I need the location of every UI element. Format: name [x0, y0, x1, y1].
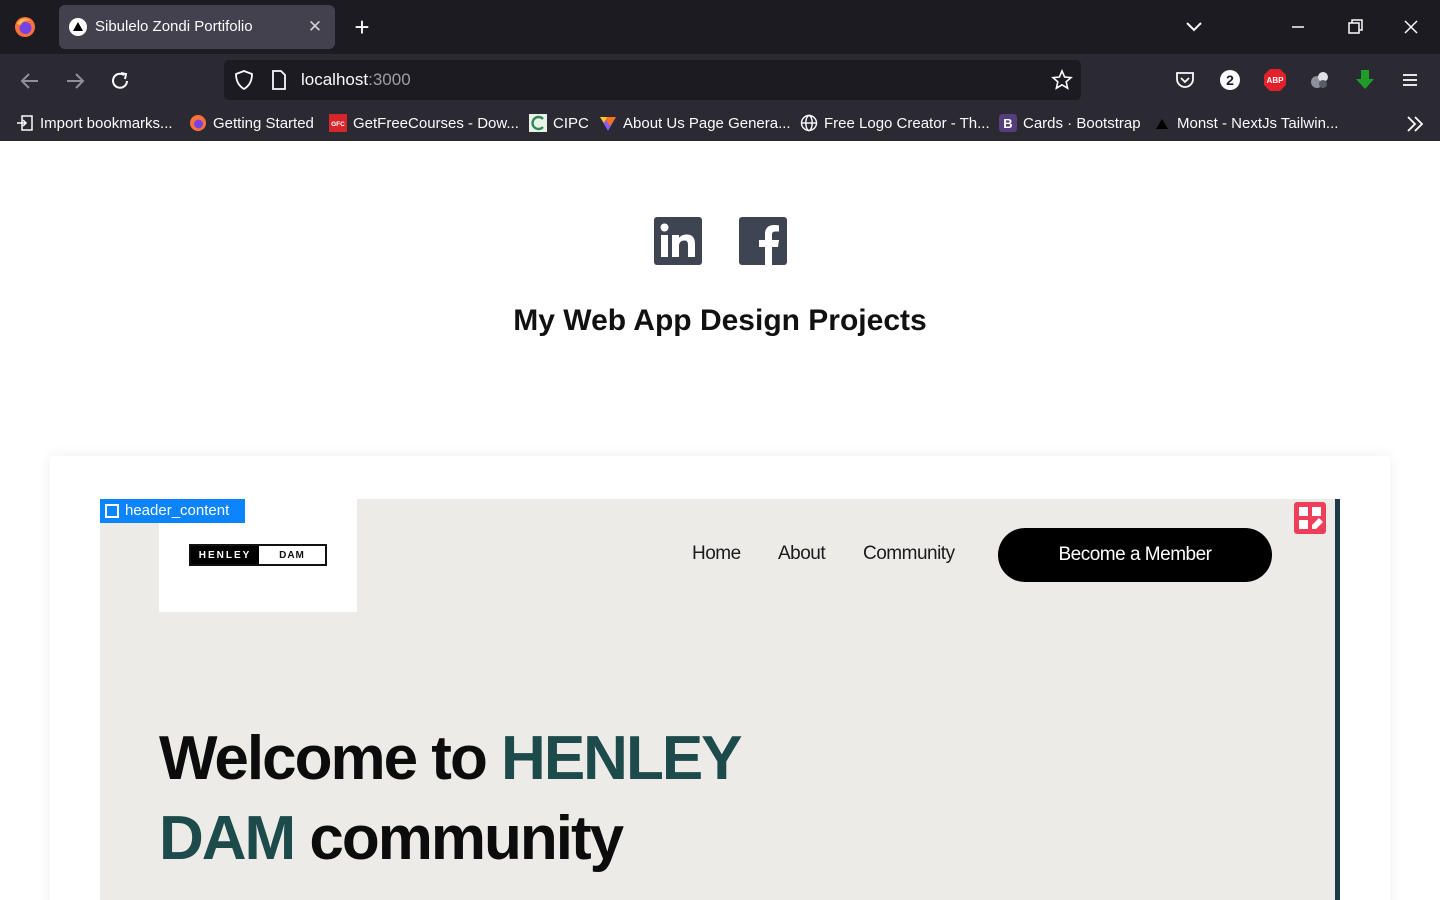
- bookmark-label: Cards · Bootstrap: [1023, 114, 1141, 132]
- bookmark-star-icon[interactable]: [1051, 69, 1073, 91]
- become-member-button[interactable]: Become a Member: [998, 528, 1272, 582]
- bookmark-cipc[interactable]: CIPC: [529, 112, 589, 134]
- hero-accent-2: DAM: [159, 804, 296, 873]
- page-content: My Web App Design Projects HENLEY DAM Ho…: [0, 141, 1440, 900]
- bookmark-label: GetFreeCourses - Dow...: [353, 114, 519, 132]
- bookmark-monst[interactable]: Monst - NextJs Tailwin...: [1153, 112, 1338, 134]
- hero-text-2: community: [294, 804, 624, 873]
- extension-counter-icon[interactable]: 2: [1218, 68, 1242, 92]
- logo-left-text: HENLEY: [191, 546, 259, 564]
- tab-title: Sibulelo Zondi Portifolio: [95, 18, 253, 35]
- url-port: :3000: [368, 70, 411, 89]
- hero-heading: Welcome to HENLEY DAM community: [159, 719, 743, 879]
- new-tab-button[interactable]: +: [348, 13, 376, 41]
- page-info-icon[interactable]: [270, 70, 288, 90]
- tab-close-button[interactable]: ✕: [305, 17, 325, 37]
- hero-accent-1: HENLEY: [501, 724, 742, 793]
- element-inspector-tag: header_content: [100, 499, 245, 523]
- bookmark-label: Free Logo Creator - Th...: [824, 114, 990, 132]
- tab-bar: Sibulelo Zondi Portifolio ✕ +: [0, 0, 1440, 54]
- reload-icon[interactable]: [105, 66, 135, 96]
- nav-link-community[interactable]: Community: [863, 542, 955, 566]
- nav-link-about[interactable]: About: [778, 542, 826, 566]
- close-window-icon[interactable]: [1396, 12, 1426, 42]
- bookmark-import[interactable]: Import bookmarks...: [16, 112, 173, 134]
- page-title: My Web App Design Projects: [513, 304, 927, 337]
- checkbox-outline-icon: [105, 504, 119, 518]
- inspector-tag-label: header_content: [125, 502, 230, 519]
- project-preview-henley-dam[interactable]: HENLEY DAM Home About Community Become a…: [100, 499, 1340, 900]
- svg-text:B: B: [1003, 116, 1012, 131]
- hero-text-1: Welcome to: [159, 724, 502, 793]
- triangle-icon: [1156, 119, 1168, 129]
- svg-text:GFC: GFC: [331, 121, 345, 128]
- back-icon[interactable]: [15, 66, 45, 96]
- tab-active[interactable]: Sibulelo Zondi Portifolio ✕: [59, 5, 335, 49]
- heart-icon: [600, 117, 616, 131]
- bookmarks-overflow-chevron-icon[interactable]: [1404, 113, 1426, 135]
- url-host: localhost: [301, 70, 369, 89]
- navigation-toolbar: localhost:3000 2 ABP: [0, 54, 1440, 106]
- import-icon: [17, 115, 33, 131]
- bookmark-label: Getting Started: [213, 114, 314, 132]
- bookmark-label: Import bookmarks...: [40, 114, 173, 132]
- bootstrap-icon: B: [999, 114, 1017, 132]
- download-arrow-icon[interactable]: [1353, 68, 1377, 92]
- henley-dam-logo[interactable]: HENLEY DAM: [189, 544, 327, 566]
- bookmark-label: CIPC: [553, 114, 589, 132]
- bookmark-label: About Us Page Genera...: [623, 114, 791, 132]
- restore-icon[interactable]: [1340, 12, 1370, 42]
- bookmark-about-us-generator[interactable]: About Us Page Genera...: [599, 112, 791, 134]
- bookmarks-toolbar: Import bookmarks... Getting Started GFC …: [0, 106, 1440, 141]
- adblock-label: ABP: [1267, 76, 1285, 85]
- nav-link-home[interactable]: Home: [692, 542, 741, 566]
- pocket-icon[interactable]: [1173, 68, 1197, 92]
- gfc-icon: GFC: [329, 114, 347, 132]
- bookmark-free-logo-creator[interactable]: Free Logo Creator - Th...: [800, 112, 990, 134]
- cipc-icon: [529, 114, 547, 132]
- bookmark-getfreecourses[interactable]: GFC GetFreeCourses - Dow...: [329, 112, 519, 134]
- url-text[interactable]: localhost:3000: [301, 70, 411, 90]
- minimize-icon[interactable]: [1283, 12, 1313, 42]
- adblock-plus-icon[interactable]: ABP: [1263, 68, 1287, 92]
- nextjs-favicon-icon: [69, 18, 87, 36]
- list-all-tabs-icon[interactable]: [1179, 12, 1209, 42]
- bookmark-label: Monst - NextJs Tailwin...: [1177, 114, 1339, 132]
- firefox-menu-icon[interactable]: [13, 15, 37, 39]
- extension-badge-count: 2: [1226, 72, 1234, 88]
- globe-icon: [800, 114, 818, 132]
- firefox-icon: [190, 115, 206, 131]
- bookmark-getting-started[interactable]: Getting Started: [189, 112, 314, 134]
- preview-right-edge: [1335, 499, 1340, 900]
- logo-right-text: DAM: [279, 549, 305, 561]
- address-bar[interactable]: localhost:3000: [224, 60, 1081, 100]
- bookmark-cards-bootstrap[interactable]: B Cards · Bootstrap: [999, 112, 1141, 134]
- grid-edit-icon[interactable]: [1293, 501, 1327, 535]
- facebook-icon[interactable]: [739, 217, 787, 265]
- linkedin-icon[interactable]: [654, 217, 702, 265]
- forward-icon[interactable]: [60, 66, 90, 96]
- hamburger-menu-icon[interactable]: [1398, 68, 1422, 92]
- tracking-protection-shield-icon[interactable]: [234, 70, 254, 90]
- extension-puzzle-icon[interactable]: [1308, 68, 1332, 92]
